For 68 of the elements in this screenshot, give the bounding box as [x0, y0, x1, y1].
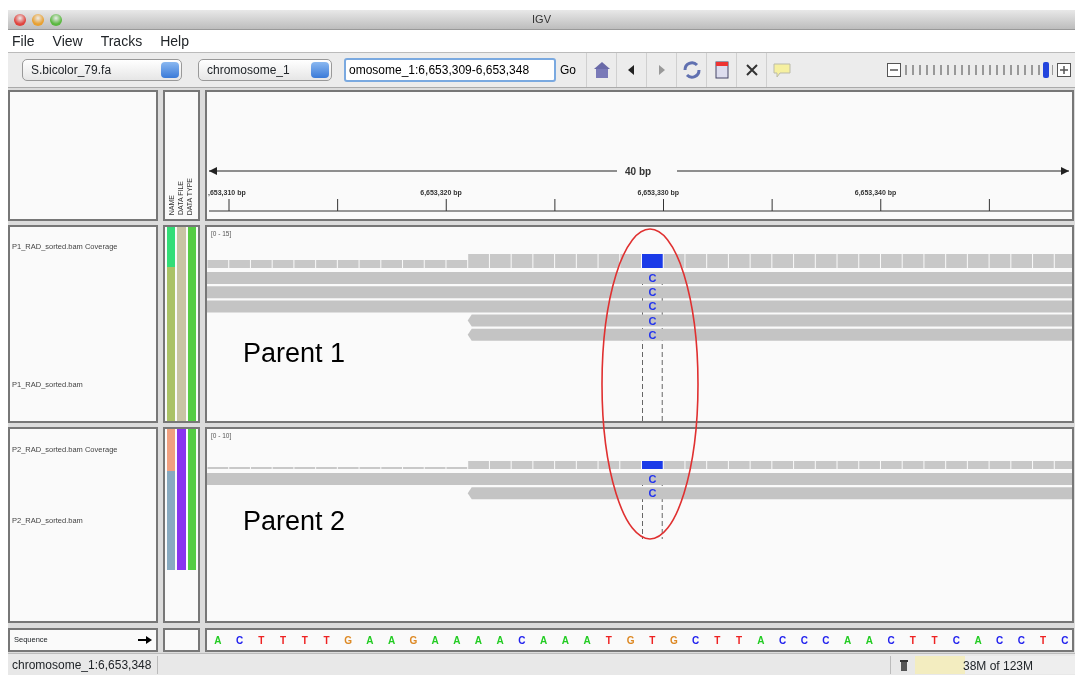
sequence-base: A: [430, 633, 440, 648]
sequence-base: T: [257, 633, 266, 648]
sequence-base: A: [973, 633, 983, 648]
sequence-base: C: [821, 633, 831, 648]
mismatch-base: C: [648, 487, 657, 500]
mismatch-base: C: [648, 272, 657, 284]
menu-item[interactable]: File: [12, 30, 35, 52]
sequence-base: A: [495, 633, 505, 648]
chromosome-dropdown[interactable]: chromosome_1: [198, 59, 332, 81]
sequence-base: C: [951, 633, 961, 648]
go-button[interactable]: Go: [556, 61, 580, 79]
sequence-base: A: [582, 633, 592, 648]
sequence-base: A: [560, 633, 570, 648]
genome-dropdown[interactable]: S.bicolor_79.fa: [22, 59, 182, 81]
sequence-base: A: [365, 633, 375, 648]
menu-item[interactable]: Tracks: [100, 30, 143, 52]
memory-text: 38M of 123M: [963, 657, 1034, 675]
sequence-base: A: [452, 633, 462, 648]
sequence-base: C: [691, 633, 701, 648]
sequence-base: A: [756, 633, 766, 648]
sequence-base: C: [1016, 633, 1027, 648]
sequence-base: C: [995, 633, 1005, 648]
sequence-base: T: [604, 633, 613, 648]
sequence-base: A: [864, 633, 875, 648]
status-locus: chromosome_1:6,653,348: [8, 655, 159, 674]
sequence-base: T: [300, 633, 309, 648]
zoom-in-button[interactable]: [1057, 63, 1071, 77]
sequence-base: A: [539, 633, 549, 648]
mismatch-base: C: [648, 328, 657, 341]
sequence-base: C: [886, 633, 896, 648]
sequence-base: A: [213, 633, 223, 648]
span-label: 40 bp: [625, 165, 652, 179]
sequence-base: A: [387, 633, 397, 648]
trash-icon[interactable]: [899, 658, 909, 671]
mismatch-base: C: [648, 286, 657, 299]
sequence-base: T: [713, 633, 722, 648]
mismatch-base: C: [648, 300, 657, 313]
locus-field[interactable]: omosome_1:6,653,309-6,653,348: [344, 58, 556, 82]
sequence-base: C: [799, 633, 809, 648]
slider-thumb[interactable]: [1042, 62, 1049, 78]
menu-item[interactable]: Help: [160, 30, 189, 52]
window-title: IGV: [532, 13, 551, 26]
sequence-base: C: [777, 633, 788, 648]
sequence-base: T: [735, 633, 744, 648]
sequence-base: A: [473, 633, 484, 648]
sequence-base: G: [625, 633, 636, 648]
strand-arrow-icon[interactable]: [138, 635, 152, 645]
mismatch-base: C: [648, 314, 657, 327]
mismatch-base: C: [648, 473, 657, 485]
sequence-base: G: [408, 633, 419, 648]
sequence-base: A: [843, 633, 853, 648]
menu-item[interactable]: View: [52, 30, 83, 52]
sequence-base: T: [648, 633, 657, 648]
zoom-out-button[interactable]: [887, 63, 901, 77]
sequence-base: T: [908, 633, 917, 648]
annotation-label: Parent 1: [243, 337, 346, 370]
attribute-panel: [163, 628, 200, 652]
sequence-base: T: [930, 633, 939, 648]
window-control-icon[interactable]: [14, 13, 26, 26]
annotation-label: Parent 2: [243, 505, 346, 538]
sequence-base: G: [669, 633, 679, 648]
sequence-base: G: [343, 633, 354, 648]
sequence-base: C: [234, 633, 245, 648]
sequence-base: C: [1060, 633, 1070, 648]
sequence-base: T: [322, 633, 331, 648]
sequence-base: T: [278, 633, 288, 648]
sequence-base: C: [517, 633, 527, 648]
sequence-base: T: [1039, 633, 1048, 648]
